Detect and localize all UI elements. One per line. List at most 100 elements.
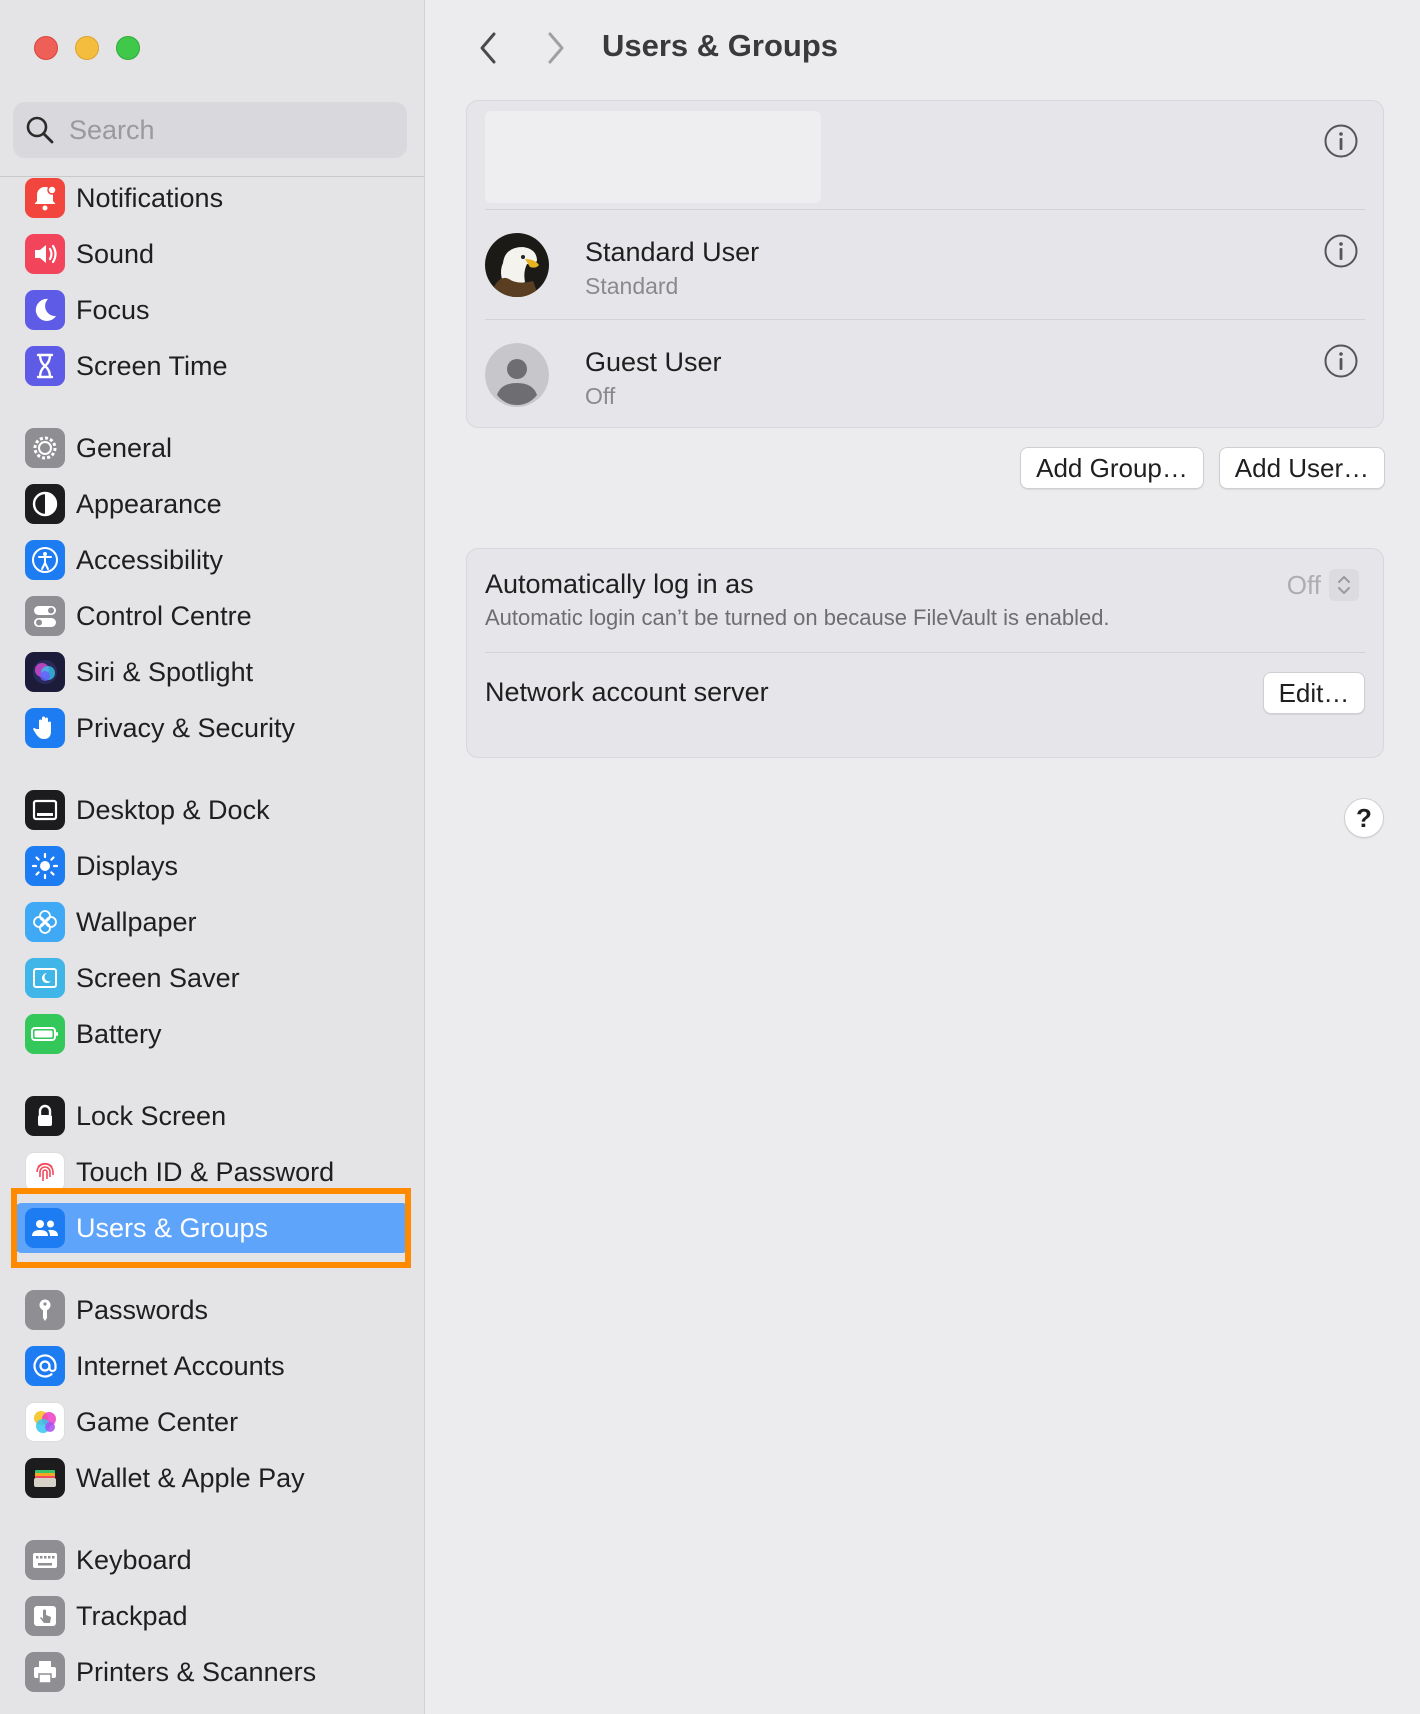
add-group-button[interactable]: Add Group… <box>1020 447 1204 489</box>
sidebar-item-label: Desktop & Dock <box>76 794 270 825</box>
sidebar-item-screen-time[interactable]: Screen Time <box>14 341 410 391</box>
sidebar-item-label: Sound <box>76 238 155 269</box>
sidebar-item-trackpad[interactable]: Trackpad <box>14 1591 410 1641</box>
sidebar-item-passwords[interactable]: Passwords <box>14 1285 410 1335</box>
sun-icon <box>25 846 65 886</box>
sidebar-item-desktop-dock[interactable]: Desktop & Dock <box>14 785 410 835</box>
user-name: Guest User <box>585 347 722 377</box>
sidebar-item-privacy-security[interactable]: Privacy & Security <box>14 703 410 753</box>
sidebar-item-label: Notifications <box>76 182 224 213</box>
network-account-server-label: Network account server <box>485 677 769 707</box>
sidebar-item-general[interactable]: General <box>14 423 410 473</box>
user-row-standard[interactable]: Standard User Standard <box>485 211 1365 311</box>
sidebar-item-label: Screen Saver <box>76 962 240 993</box>
auto-login-value: Off <box>1286 569 1321 600</box>
info-icon <box>1324 344 1358 378</box>
sidebar-item-keyboard[interactable]: Keyboard <box>14 1535 410 1585</box>
current-user-info-button[interactable] <box>1323 123 1359 159</box>
row-divider <box>485 652 1365 653</box>
sidebar-item-appearance[interactable]: Appearance <box>14 479 410 529</box>
generic-person-avatar <box>485 343 549 407</box>
guest-user-info-button[interactable] <box>1323 343 1359 379</box>
sidebar-item-control-centre[interactable]: Control Centre <box>14 591 410 641</box>
sidebar-item-users-groups[interactable]: Users & Groups <box>14 1203 410 1253</box>
sidebar-item-battery[interactable]: Battery <box>14 1009 410 1059</box>
sidebar-item-label: General <box>76 432 173 463</box>
stepper-chevrons-icon <box>1329 569 1359 601</box>
sidebar-item-label: Siri & Spotlight <box>76 656 254 687</box>
accessibility-icon <box>25 540 65 580</box>
sidebar-item-label: Trackpad <box>76 1600 188 1631</box>
sidebar-item-displays[interactable]: Displays <box>14 841 410 891</box>
appearance-icon <box>25 484 65 524</box>
sidebar-item-label: Touch ID & Password <box>76 1156 335 1187</box>
hand-icon <box>25 708 65 748</box>
chevron-left-icon <box>480 32 496 64</box>
zoom-window-button[interactable] <box>116 36 140 60</box>
toggles-icon <box>25 596 65 636</box>
user-name: Standard User <box>585 237 760 267</box>
sidebar-item-wallet-apple-pay[interactable]: Wallet & Apple Pay <box>14 1453 410 1503</box>
screen-saver-icon <box>25 958 65 998</box>
sidebar-item-game-center[interactable]: Game Center <box>14 1397 410 1447</box>
sidebar-item-label: Battery <box>76 1018 162 1049</box>
sidebar-item-label: Focus <box>76 294 150 325</box>
moon-icon <box>25 290 65 330</box>
sidebar-item-printers-scanners[interactable]: Printers & Scanners <box>14 1647 410 1697</box>
sidebar-item-notifications[interactable]: Notifications <box>14 173 410 223</box>
battery-icon <box>25 1014 65 1054</box>
user-row-guest[interactable]: Guest User Off <box>485 321 1365 421</box>
sidebar-item-focus[interactable]: Focus <box>14 285 410 335</box>
page-title: Users & Groups <box>602 28 839 63</box>
close-window-button[interactable] <box>34 36 58 60</box>
search-input[interactable] <box>69 114 389 146</box>
sidebar-item-label: Lock Screen <box>76 1100 227 1131</box>
sidebar-item-touch-id[interactable]: Touch ID & Password <box>14 1147 410 1197</box>
back-button[interactable] <box>468 26 508 70</box>
auto-login-select[interactable]: Off <box>1287 569 1359 601</box>
add-user-button[interactable]: Add User… <box>1219 447 1385 489</box>
sidebar-item-wallpaper[interactable]: Wallpaper <box>14 897 410 947</box>
trackpad-icon <box>25 1596 65 1636</box>
standard-user-info-button[interactable] <box>1323 233 1359 269</box>
sidebar-item-label: Printers & Scanners <box>76 1656 317 1687</box>
flower-icon <box>25 902 65 942</box>
sidebar-item-label: Accessibility <box>76 544 224 575</box>
sidebar-item-label: Displays <box>76 850 179 881</box>
sidebar-item-siri-spotlight[interactable]: Siri & Spotlight <box>14 647 410 697</box>
sidebar-item-label: Keyboard <box>76 1544 192 1575</box>
minimize-window-button[interactable] <box>75 36 99 60</box>
siri-icon <box>25 652 65 692</box>
window-controls <box>34 36 140 60</box>
users-list-card: Standard User Standard Guest User Off <box>466 100 1384 428</box>
lock-icon <box>25 1096 65 1136</box>
row-divider <box>485 209 1365 210</box>
speaker-icon <box>25 234 65 274</box>
auto-login-description: Automatic login can’t be turned on becau… <box>485 605 1110 630</box>
user-role: Standard <box>585 273 679 299</box>
eagle-avatar <box>485 233 549 297</box>
main-content: Users & Groups Standard User Standard Gu… <box>426 0 1420 1714</box>
user-role: Off <box>585 383 616 409</box>
sidebar-item-screen-saver[interactable]: Screen Saver <box>14 953 410 1003</box>
sidebar-item-label: Wallpaper <box>76 906 197 937</box>
sidebar-item-lock-screen[interactable]: Lock Screen <box>14 1091 410 1141</box>
dock-icon <box>25 790 65 830</box>
sidebar-item-accessibility[interactable]: Accessibility <box>14 535 410 585</box>
auto-login-label: Automatically log in as <box>485 569 754 599</box>
help-button[interactable]: ? <box>1344 798 1384 838</box>
game-center-icon <box>25 1402 65 1442</box>
sidebar-item-label: Privacy & Security <box>76 712 296 743</box>
forward-button[interactable] <box>536 26 576 70</box>
info-icon <box>1324 234 1358 268</box>
edit-network-server-button[interactable]: Edit… <box>1263 672 1365 714</box>
sidebar-item-label: Control Centre <box>76 600 252 631</box>
bell-icon <box>25 178 65 218</box>
search-field[interactable] <box>13 102 407 158</box>
info-icon <box>1324 124 1358 158</box>
sidebar-item-label: Screen Time <box>76 350 228 381</box>
sidebar-item-internet-accounts[interactable]: Internet Accounts <box>14 1341 410 1391</box>
keyboard-icon <box>25 1540 65 1580</box>
sidebar-item-sound[interactable]: Sound <box>14 229 410 279</box>
at-icon <box>25 1346 65 1386</box>
